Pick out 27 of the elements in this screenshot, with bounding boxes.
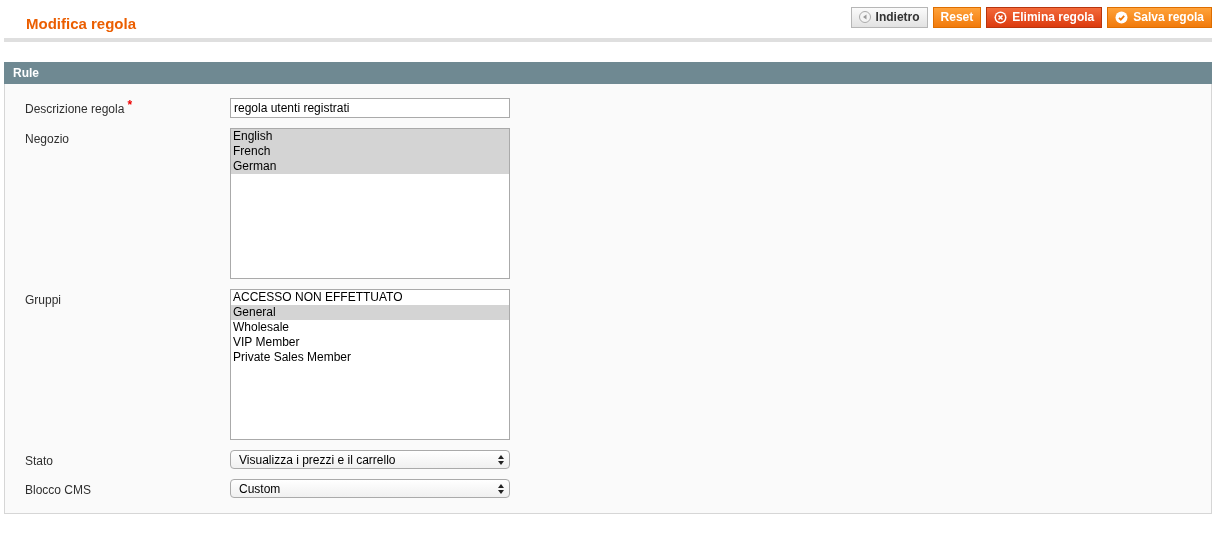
multiselect-list[interactable]: ACCESSO NON EFFETTUATO General Wholesale VIP Member Private Sales Member (230, 289, 510, 440)
required-mark: * (127, 98, 133, 114)
list-option[interactable]: ACCESSO NON EFFETTUATO (231, 290, 509, 305)
list-option[interactable]: German (231, 159, 509, 174)
checkmark-icon (1115, 10, 1129, 24)
field-label: Stato (25, 453, 54, 468)
page-title: Modifica regola (26, 14, 137, 32)
list-option[interactable]: English (231, 129, 509, 144)
list-option[interactable]: Wholesale (231, 320, 509, 335)
field-label: Negozio (25, 131, 70, 146)
back-button[interactable]: Indietro (850, 6, 928, 28)
field-label: Descrizione regola (25, 101, 125, 116)
delete-button[interactable]: Elimina regola (986, 6, 1103, 28)
list-option[interactable]: French (231, 144, 509, 159)
section-title: Rule (13, 66, 39, 80)
dropdown[interactable]: Visualizza i prezzi e il carrello (230, 450, 510, 469)
list-option[interactable]: VIP Member (231, 335, 509, 350)
field-label: Gruppi (25, 292, 62, 307)
list-option[interactable]: Private Sales Member (231, 350, 509, 365)
list-option[interactable]: General (231, 305, 509, 320)
dropdown[interactable]: Custom (230, 479, 510, 498)
close-icon (994, 10, 1008, 24)
select-arrows-icon (498, 483, 504, 494)
multiselect-list[interactable]: English French German (230, 128, 510, 279)
text-field[interactable]: regola utenti registrati (230, 98, 510, 118)
select-arrows-icon (498, 454, 504, 465)
field-label: Blocco CMS (25, 482, 92, 497)
